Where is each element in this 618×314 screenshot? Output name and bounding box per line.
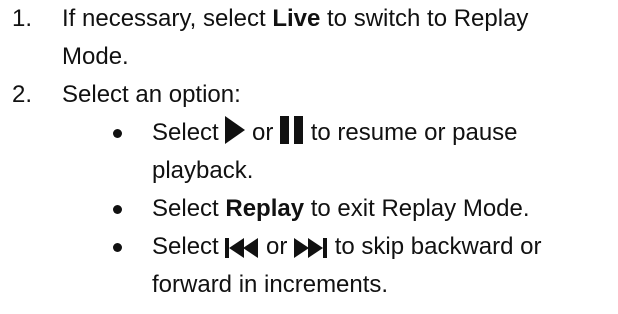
select-word: Select <box>152 233 219 260</box>
option-replay: Select Replay to exit Replay Mode. <box>0 190 592 228</box>
step-2: 2. Select an option: <box>0 76 592 114</box>
step-1: 1. If necessary, select Live to switch t… <box>0 0 592 76</box>
select-word: Select <box>152 195 226 222</box>
option-text: to exit Replay Mode. <box>304 195 530 222</box>
bullet-icon <box>113 205 122 214</box>
skip-forward-icon <box>294 238 328 258</box>
option-skip: Select or to skip backward or forward in… <box>0 228 592 304</box>
replay-label: Replay <box>225 195 305 222</box>
step-number: 2. <box>12 81 33 108</box>
live-label: Live <box>272 5 321 32</box>
skip-backward-icon <box>225 238 259 258</box>
play-icon <box>225 116 246 144</box>
option-list: Select or to resume or pause playback. S… <box>0 114 618 304</box>
option-play-pause: Select or to resume or pause playback. <box>0 114 592 190</box>
step-number: 1. <box>12 5 33 32</box>
pause-icon <box>280 116 304 144</box>
or-word: or <box>252 119 274 146</box>
bullet-icon <box>113 129 122 138</box>
instruction-list: 1. If necessary, select Live to switch t… <box>0 0 618 304</box>
bullet-icon <box>113 243 122 252</box>
select-word: Select <box>152 119 219 146</box>
or-word: or <box>266 233 288 260</box>
step-text-before: If necessary, select <box>62 5 273 32</box>
step-text: Select an option: <box>62 81 241 108</box>
